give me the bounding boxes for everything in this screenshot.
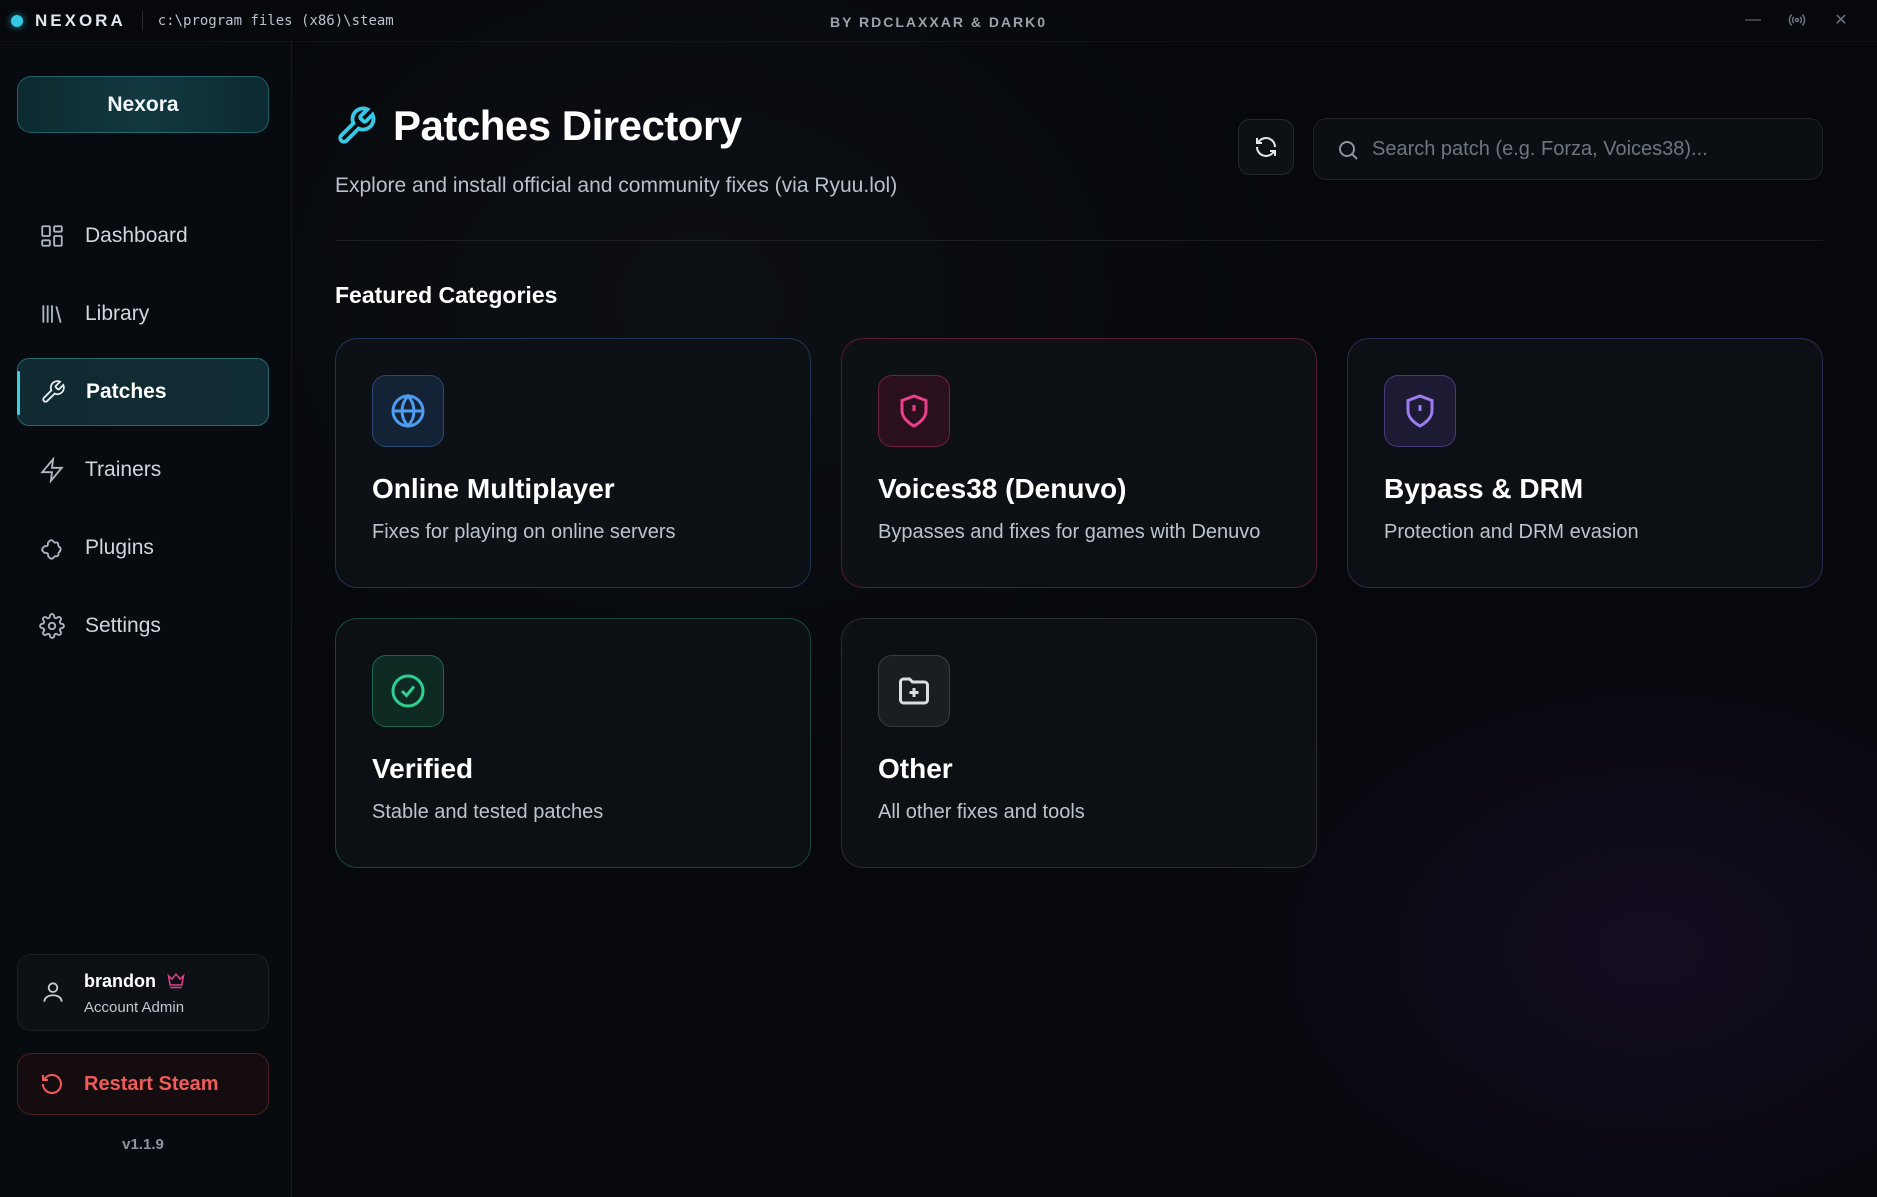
sidebar-item-dashboard[interactable]: Dashboard	[17, 202, 269, 270]
check-circle-icon	[391, 674, 425, 708]
window-controls: — ✕	[1743, 10, 1851, 30]
restart-steam-button[interactable]: Restart Steam	[17, 1053, 269, 1115]
category-icon-box	[878, 375, 950, 447]
user-icon	[40, 979, 66, 1005]
refresh-icon	[1256, 137, 1276, 157]
category-icon-box	[1384, 375, 1456, 447]
category-title: Verified	[372, 753, 474, 784]
header-divider	[335, 240, 1823, 241]
page-header: Patches Directory	[335, 102, 742, 150]
sidebar-item-label: Settings	[85, 614, 161, 637]
puzzle-icon	[41, 539, 62, 560]
close-icon[interactable]: ✕	[1831, 10, 1851, 30]
sidebar-item-trainers[interactable]: Trainers	[17, 436, 269, 504]
category-title: Other	[878, 753, 953, 784]
gear-icon	[39, 613, 65, 639]
search-icon	[1339, 141, 1358, 160]
section-title: Featured Categories	[335, 282, 558, 308]
sidebar-item-settings[interactable]: Settings	[17, 592, 269, 660]
app-version: v1.1.9	[122, 1136, 164, 1153]
user-name: brandon	[84, 971, 156, 991]
sidebar-item-label: Patches	[86, 380, 167, 403]
category-title: Online Multiplayer	[372, 473, 615, 504]
category-icon-box	[372, 375, 444, 447]
category-title: Voices38 (Denuvo)	[878, 473, 1127, 504]
sidebar-item-plugins[interactable]: Plugins	[17, 514, 269, 582]
category-icon-box	[372, 655, 444, 727]
user-account-card[interactable]: brandon Account Admin	[17, 954, 269, 1031]
shield-alert-icon	[900, 394, 928, 428]
wrench-icon	[42, 380, 65, 403]
category-description: Bypasses and fixes for games with Denuvo	[878, 521, 1261, 543]
title-divider	[141, 10, 143, 31]
wrench-icon	[338, 106, 376, 144]
sidebar-item-label: Library	[85, 302, 150, 325]
user-role: Account Admin	[84, 999, 185, 1016]
category-card-other[interactable]: Other All other fixes and tools	[841, 618, 1317, 868]
page-title: Patches Directory	[393, 102, 742, 149]
restart-label: Restart Steam	[84, 1072, 219, 1095]
shield-alert-icon	[1406, 394, 1434, 428]
category-card-online-multiplayer[interactable]: Online Multiplayer Fixes for playing on …	[335, 338, 811, 588]
category-card-bypass-drm[interactable]: Bypass & DRM Protection and DRM evasion	[1347, 338, 1823, 588]
sidebar-item-label: Plugins	[85, 536, 154, 559]
lightning-icon	[40, 457, 64, 483]
dashboard-icon	[41, 225, 63, 247]
category-card-voices38[interactable]: Voices38 (Denuvo) Bypasses and fixes for…	[841, 338, 1317, 588]
signal-icon[interactable]	[1787, 10, 1807, 30]
steam-path: c:\program files (x86)\steam	[157, 12, 394, 29]
category-description: Protection and DRM evasion	[1384, 521, 1639, 543]
category-description: Stable and tested patches	[372, 801, 604, 823]
main-content: Patches Directory Explore and install of…	[293, 42, 1877, 1197]
category-description: Fixes for playing on online servers	[372, 521, 676, 543]
sidebar-item-label: Dashboard	[85, 224, 188, 247]
sidebar-item-label: Trainers	[85, 458, 162, 481]
nexora-home-button[interactable]: Nexora	[17, 76, 269, 133]
minimize-icon[interactable]: —	[1743, 10, 1763, 30]
title-bar: NEXORA c:\program files (x86)\steam BY R…	[0, 0, 1877, 42]
refresh-button[interactable]	[1238, 119, 1294, 175]
crown-icon	[166, 970, 186, 990]
search-input[interactable]	[1372, 119, 1812, 179]
restart-icon	[42, 1074, 62, 1094]
app-brand: NEXORA	[35, 10, 126, 30]
sidebar-item-patches[interactable]: Patches	[17, 358, 269, 426]
globe-icon	[391, 393, 425, 429]
status-dot-icon	[11, 14, 23, 27]
category-title: Bypass & DRM	[1384, 473, 1584, 504]
sidebar-item-library[interactable]: Library	[17, 280, 269, 348]
category-icon-box	[878, 655, 950, 727]
app-window: NEXORA c:\program files (x86)\steam BY R…	[0, 0, 1877, 1197]
category-description: All other fixes and tools	[878, 801, 1085, 823]
page-subtitle: Explore and install official and communi…	[335, 174, 898, 197]
search-box	[1313, 118, 1823, 180]
category-card-verified[interactable]: Verified Stable and tested patches	[335, 618, 811, 868]
sidebar-nav: Dashboard Library Patches Trainers Plugi…	[17, 202, 269, 670]
sidebar: Nexora Dashboard Library Patches Trainer…	[0, 42, 292, 1197]
folder-plus-icon	[899, 677, 929, 705]
library-icon	[42, 305, 62, 323]
